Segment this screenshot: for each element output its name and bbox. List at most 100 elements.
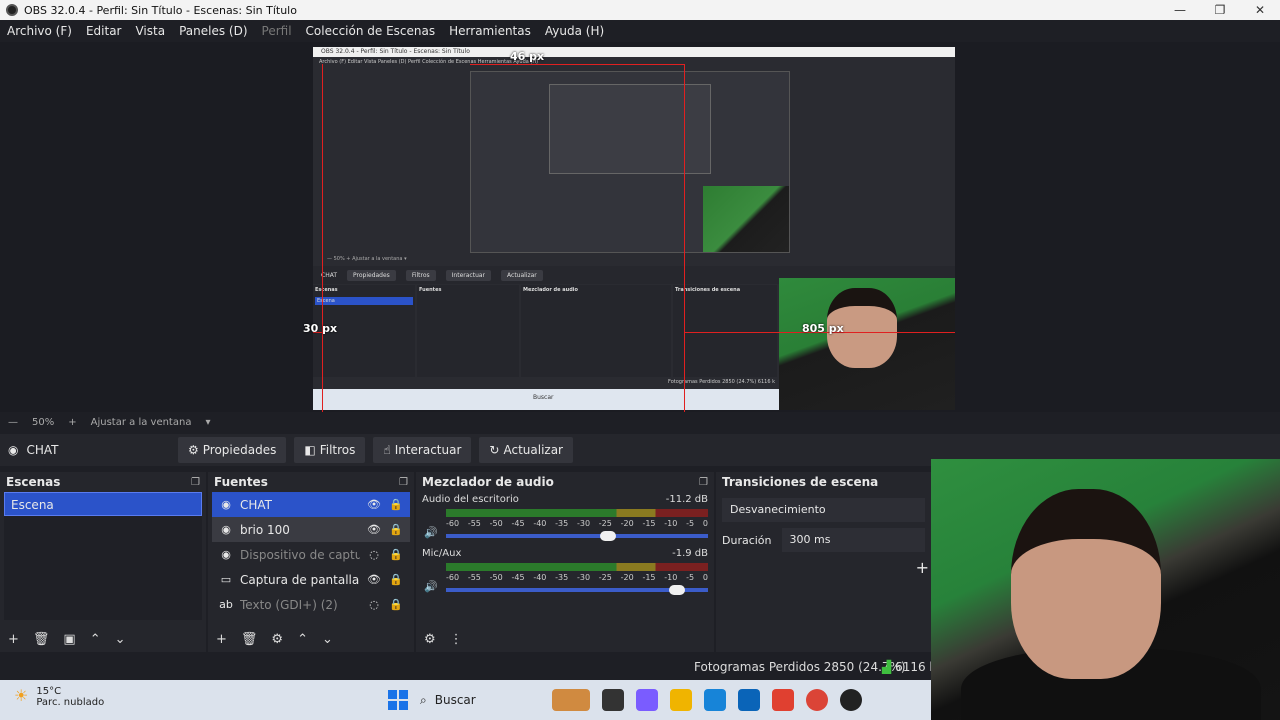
taskbar-search[interactable]: ⌕ Buscar: [420, 688, 540, 712]
copilot-icon[interactable]: [636, 689, 658, 711]
folder-icon[interactable]: [670, 689, 692, 711]
sources-list[interactable]: ◉ CHAT 👁 🔒 ◉ brio 100 👁 🔒 ◉ Dispositivo …: [212, 492, 410, 620]
scene-filters-button[interactable]: ▣: [63, 632, 75, 647]
add-transition-button[interactable]: +: [716, 558, 931, 577]
minimize-button[interactable]: —: [1160, 0, 1200, 20]
weather-widget[interactable]: ☀ 15°C Parc. nublado: [14, 686, 104, 708]
eye-icon[interactable]: 👁: [366, 498, 382, 511]
menu-perfil[interactable]: Perfil: [255, 24, 299, 38]
add-scene-button[interactable]: +: [8, 632, 19, 647]
webcam-face: [1011, 489, 1161, 679]
remove-scene-button[interactable]: 🗑: [33, 632, 50, 647]
zoom-fit-label[interactable]: Ajustar a la ventana: [91, 417, 192, 428]
menu-editar[interactable]: Editar: [79, 24, 129, 38]
undock-icon[interactable]: ❐: [191, 477, 200, 488]
source-row[interactable]: ◉ Dispositivo de captura de vídeo ◌ 🔒: [212, 542, 410, 567]
tick: -35: [555, 573, 569, 582]
nested-obs-window-inner: [549, 84, 711, 174]
nested-dock-sources: Fuentes: [417, 285, 519, 377]
menu-herramientas[interactable]: Herramientas: [442, 24, 538, 38]
zoom-dropdown-icon[interactable]: ▾: [205, 417, 210, 428]
add-source-button[interactable]: +: [216, 632, 227, 647]
menu-coleccion-escenas[interactable]: Colección de Escenas: [299, 24, 443, 38]
refresh-label: Actualizar: [503, 443, 563, 457]
close-button[interactable]: ✕: [1240, 0, 1280, 20]
move-scene-down-button[interactable]: ⌄: [115, 632, 126, 647]
transitions-dock: Transiciones de escena Desvanecimiento D…: [716, 472, 931, 652]
menu-vista[interactable]: Vista: [128, 24, 172, 38]
source-row[interactable]: ◉ CHAT 👁 🔒: [212, 492, 410, 517]
tick: -10: [664, 573, 678, 582]
undock-icon[interactable]: ❐: [699, 477, 708, 488]
speaker-icon[interactable]: 🔊: [424, 526, 438, 539]
menu-archivo[interactable]: Archivo (F): [0, 24, 79, 38]
tick: -60: [446, 573, 460, 582]
chrome-icon[interactable]: [806, 689, 828, 711]
lock-icon[interactable]: 🔒: [388, 498, 404, 511]
preview-area[interactable]: OBS 32.0.4 - Perfil: Sin Título - Escena…: [0, 42, 1280, 412]
lock-icon[interactable]: 🔒: [388, 573, 404, 586]
move-source-down-button[interactable]: ⌄: [322, 632, 333, 647]
source-row[interactable]: ab Texto (GDI+) (2) ◌ 🔒: [212, 592, 410, 617]
source-row[interactable]: ▭ Captura de pantalla 👁 🔒: [212, 567, 410, 592]
menu-ayuda[interactable]: Ayuda (H): [538, 24, 611, 38]
tick: 0: [702, 519, 708, 528]
guide-left-line: [322, 64, 323, 412]
interact-label: Interactuar: [394, 443, 462, 457]
transition-select[interactable]: Desvanecimiento: [722, 498, 925, 522]
program-preview[interactable]: OBS 32.0.4 - Perfil: Sin Título - Escena…: [313, 47, 955, 410]
lock-icon[interactable]: 🔒: [388, 548, 404, 561]
nested-btn-propiedades: Propiedades: [347, 269, 396, 281]
interact-button[interactable]: ☝ Interactuar: [373, 437, 472, 463]
volume-slider-knob[interactable]: [668, 585, 685, 595]
eye-hidden-icon[interactable]: ◌: [366, 548, 382, 561]
refresh-button[interactable]: ↻ Actualizar: [479, 437, 573, 463]
volume-meter: [446, 509, 708, 517]
lock-icon[interactable]: 🔒: [388, 598, 404, 611]
filters-button[interactable]: ◧ Filtros: [294, 437, 366, 463]
move-source-up-button[interactable]: ⌃: [297, 632, 308, 647]
tick: -20: [620, 573, 634, 582]
zoom-in-button[interactable]: +: [68, 417, 76, 428]
windows-start-icon[interactable]: [388, 690, 408, 710]
audio-mixer-dock: Mezclador de audio ❐ Audio del escritori…: [416, 472, 714, 652]
eye-icon[interactable]: 👁: [366, 573, 382, 586]
maximize-button[interactable]: ❐: [1200, 0, 1240, 20]
volume-slider[interactable]: [446, 531, 708, 541]
mixer-settings-button[interactable]: ⚙: [424, 632, 436, 647]
undock-icon[interactable]: ❐: [399, 477, 408, 488]
file-app-icon[interactable]: [602, 689, 624, 711]
volume-slider-knob[interactable]: [600, 531, 617, 541]
move-scene-up-button[interactable]: ⌃: [90, 632, 101, 647]
outlook-icon[interactable]: [738, 689, 760, 711]
tick: -55: [467, 573, 481, 582]
zoom-out-button[interactable]: —: [8, 417, 18, 428]
tick: -60: [446, 519, 460, 528]
meter-ticks: -60 -55 -50 -45 -40 -35 -30 -25 -20 -15 -10 -5 0: [446, 573, 708, 582]
properties-button[interactable]: ⚙ Propiedades: [178, 437, 287, 463]
filter-icon: ◧: [304, 443, 316, 457]
weather-sun-icon: ☀: [14, 686, 29, 705]
scenes-list[interactable]: Escena: [4, 492, 202, 620]
remove-source-button[interactable]: 🗑: [241, 632, 258, 647]
widget-app-icon[interactable]: [552, 689, 590, 711]
source-row[interactable]: ◉ brio 100 👁 🔒: [212, 517, 410, 542]
tick: -10: [664, 519, 678, 528]
title-bar: OBS 32.0.4 - Perfil: Sin Título - Escena…: [0, 0, 1280, 20]
eye-hidden-icon[interactable]: ◌: [366, 598, 382, 611]
maps-icon[interactable]: [772, 689, 794, 711]
duration-input[interactable]: 300 ms: [781, 528, 925, 552]
lock-icon[interactable]: 🔒: [388, 523, 404, 536]
volume-slider[interactable]: [446, 585, 708, 595]
mixer-menu-button[interactable]: ⋮: [450, 632, 463, 647]
guide-top-line: [470, 64, 684, 65]
speaker-icon[interactable]: 🔊: [424, 580, 438, 593]
eye-icon[interactable]: 👁: [366, 523, 382, 536]
obs-taskbar-icon[interactable]: [840, 689, 862, 711]
menu-paneles[interactable]: Paneles (D): [172, 24, 254, 38]
context-source: ◉ CHAT: [0, 443, 178, 457]
source-properties-button[interactable]: ⚙: [271, 632, 283, 647]
guide-center-line: [684, 64, 685, 412]
edge-icon[interactable]: [704, 689, 726, 711]
scene-item[interactable]: Escena: [4, 492, 202, 516]
